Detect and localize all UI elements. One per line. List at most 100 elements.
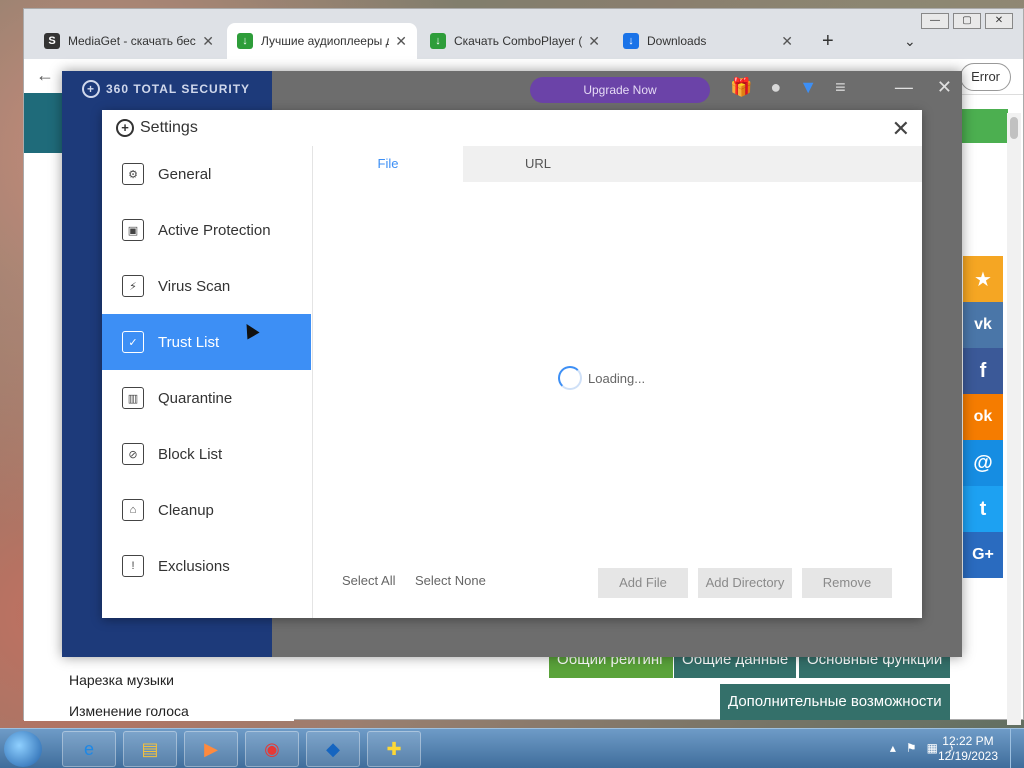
- media-player-icon[interactable]: ▶: [184, 731, 238, 767]
- nav-item-label: Block List: [158, 445, 223, 463]
- tray-network-icon[interactable]: ▦: [927, 741, 938, 755]
- app-logo: + 360 TOTAL SECURITY: [82, 80, 250, 98]
- clock-date: 12/19/2023: [937, 749, 998, 763]
- tray-arrow-icon[interactable]: ▴: [890, 741, 896, 755]
- nav-item-label: Cleanup: [158, 501, 214, 519]
- nav-item-cleanup[interactable]: ⌂ Cleanup: [102, 482, 311, 538]
- nav-item-label: Exclusions: [158, 557, 230, 575]
- tab-url[interactable]: URL: [463, 146, 613, 182]
- mail-icon[interactable]: @: [963, 440, 1003, 486]
- exclusions-icon: !: [122, 555, 144, 577]
- trust-list-tabs: File URL: [313, 146, 922, 182]
- scrollbar-thumb[interactable]: [1010, 117, 1018, 139]
- browser-tab-downloads[interactable]: ↓ Downloads ✕: [613, 23, 803, 59]
- quarantine-icon: ▥: [122, 387, 144, 409]
- select-all-link[interactable]: Select All: [342, 573, 395, 588]
- close-button[interactable]: ✕: [985, 13, 1013, 29]
- page-scrollbar[interactable]: [1007, 113, 1021, 725]
- app-blue-cube-icon[interactable]: ◆: [306, 731, 360, 767]
- tab-title: Лучшие аудиоплееры д: [261, 34, 390, 48]
- app-window-controls: — ✕: [895, 77, 952, 98]
- googleplus-icon[interactable]: G+: [963, 532, 1003, 578]
- extra-features-button[interactable]: Дополнительные возможности: [720, 684, 950, 720]
- tab-title: Downloads: [647, 34, 707, 48]
- close-icon[interactable]: ✕: [892, 116, 910, 142]
- settings-nav: ⚙ General ▣ Active Protection ⚡ Virus Sc…: [102, 146, 312, 618]
- internet-explorer-icon[interactable]: e: [62, 731, 116, 767]
- select-none-link[interactable]: Select None: [415, 573, 486, 588]
- page-green-button[interactable]: [962, 109, 1008, 143]
- star-icon[interactable]: ★: [963, 256, 1003, 302]
- nav-item-label: Quarantine: [158, 389, 233, 407]
- add-directory-button[interactable]: Add Directory: [698, 568, 792, 598]
- maximize-button[interactable]: ▢: [953, 13, 981, 29]
- gift-icon[interactable]: 🎁: [730, 77, 752, 98]
- nav-item-virus-scan[interactable]: ⚡ Virus Scan: [102, 258, 311, 314]
- settings-title: + Settings: [116, 119, 198, 137]
- close-tab-icon[interactable]: ✕: [202, 33, 214, 50]
- page-link-voice-change[interactable]: Изменение голоса: [69, 696, 189, 727]
- nav-item-block-list[interactable]: ⊘ Block List: [102, 426, 311, 482]
- minimize-icon[interactable]: —: [895, 77, 913, 98]
- start-button[interactable]: [4, 731, 42, 767]
- show-desktop-button[interactable]: [1010, 729, 1024, 768]
- shield-icon: ▣: [122, 219, 144, 241]
- close-tab-icon[interactable]: ✕: [781, 33, 793, 50]
- add-file-button[interactable]: Add File: [598, 568, 688, 598]
- clock-time: 12:22 PM: [942, 734, 994, 748]
- nav-item-quarantine[interactable]: ▥ Quarantine: [102, 370, 311, 426]
- app-logo-text: 360 TOTAL SECURITY: [106, 82, 251, 96]
- nav-divider: [312, 146, 313, 618]
- remove-button[interactable]: Remove: [802, 568, 892, 598]
- vk-icon[interactable]: vk: [963, 302, 1003, 348]
- mediaget-favicon-icon: S: [44, 33, 60, 49]
- new-tab-button[interactable]: +: [812, 23, 842, 59]
- facebook-icon[interactable]: f: [963, 348, 1003, 394]
- tshirt-icon[interactable]: ▼: [799, 77, 817, 98]
- tab-search-chevron-icon[interactable]: ⌄: [894, 23, 924, 59]
- browser-tab-audioplayers[interactable]: ↓ Лучшие аудиоплееры д ✕: [227, 23, 417, 59]
- loading-indicator: Loading...: [558, 366, 645, 390]
- close-tab-icon[interactable]: ✕: [395, 33, 407, 50]
- user-avatar-icon[interactable]: ●: [770, 77, 781, 98]
- nav-item-label: Active Protection: [158, 221, 271, 239]
- odnoklassniki-icon[interactable]: ok: [963, 394, 1003, 440]
- browser-tab-comboplayer[interactable]: ↓ Скачать ComboPlayer ( ✕: [420, 23, 610, 59]
- download-favicon-icon: ↓: [430, 33, 446, 49]
- browser-tab-mediaget[interactable]: S MediaGet - скачать бес ✕: [34, 23, 224, 59]
- file-explorer-icon[interactable]: ▤: [123, 731, 177, 767]
- minimize-button[interactable]: —: [921, 13, 949, 29]
- error-profile-button[interactable]: Error: [960, 63, 1011, 91]
- nav-item-label: Virus Scan: [158, 277, 231, 295]
- tray-flag-icon[interactable]: ⚑: [906, 741, 917, 755]
- tab-title: MediaGet - скачать бес: [68, 34, 196, 48]
- close-tab-icon[interactable]: ✕: [588, 33, 600, 50]
- tab-title: Скачать ComboPlayer (: [454, 34, 583, 48]
- tab-file[interactable]: File: [313, 146, 463, 182]
- cleanup-icon: ⌂: [122, 499, 144, 521]
- clock[interactable]: 12:22 PM 12/19/2023: [938, 734, 998, 764]
- chrome-icon[interactable]: ◉: [245, 731, 299, 767]
- gear-icon: ⚙: [122, 163, 144, 185]
- nav-item-general[interactable]: ⚙ General: [102, 146, 311, 202]
- back-arrow-icon[interactable]: ←: [36, 65, 54, 86]
- nav-item-label: Trust List: [158, 333, 220, 351]
- twitter-icon[interactable]: t: [963, 486, 1003, 532]
- block-list-icon: ⊘: [122, 443, 144, 465]
- windows-taskbar: e ▤ ▶ ◉ ◆ ✚ ▴ ⚑ ▦ ♪ 12:22 PM 12/19/2023: [0, 728, 1024, 768]
- total-security-taskbar-icon[interactable]: ✚: [367, 731, 421, 767]
- loading-spinner-icon: [558, 366, 582, 390]
- nav-item-label: General: [158, 165, 212, 183]
- nav-item-trust-list[interactable]: ✓ Trust List: [102, 314, 311, 370]
- page-link-list: Нарезка музыки Изменение голоса: [69, 665, 189, 727]
- app-title-bar: + 360 TOTAL SECURITY Upgrade Now 🎁 ● ▼ ≡…: [62, 71, 962, 109]
- browser-window-controls: — ▢ ✕: [921, 13, 1013, 29]
- page-link-music-cut[interactable]: Нарезка музыки: [69, 665, 189, 696]
- settings-dialog: + Settings ✕ ⚙ General ▣ Active Protecti…: [102, 110, 922, 618]
- upgrade-now-button[interactable]: Upgrade Now: [530, 77, 710, 103]
- menu-icon[interactable]: ≡: [835, 77, 846, 98]
- scan-icon: ⚡: [122, 275, 144, 297]
- nav-item-active-protection[interactable]: ▣ Active Protection: [102, 202, 311, 258]
- nav-item-exclusions[interactable]: ! Exclusions: [102, 538, 311, 594]
- close-icon[interactable]: ✕: [937, 77, 952, 98]
